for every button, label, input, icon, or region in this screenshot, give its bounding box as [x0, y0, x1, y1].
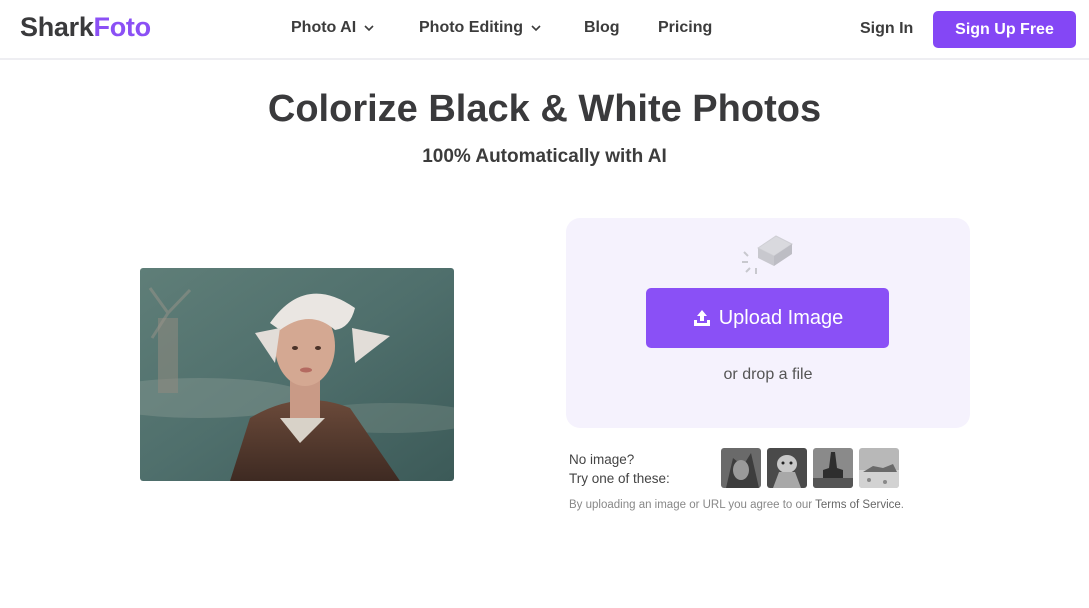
logo-text-foto: Foto: [93, 12, 152, 42]
sample-thumbnail-1[interactable]: [721, 448, 761, 488]
logo-text-shark: Shark: [20, 12, 94, 42]
sample-prompt-line1: No image?: [569, 452, 635, 467]
sign-up-button[interactable]: Sign Up Free: [933, 11, 1076, 48]
sample-thumbnail-2[interactable]: [767, 448, 807, 488]
sample-prompt: No image? Try one of these:: [569, 450, 670, 488]
example-colorized-photo: [140, 268, 454, 481]
drop-file-text: or drop a file: [723, 366, 813, 383]
terms-notice: By uploading an image or URL you agree t…: [569, 499, 904, 511]
page-subtitle: 100% Automatically with AI: [422, 146, 667, 167]
nav-blog-label: Blog: [584, 19, 620, 36]
nav-photo-ai-label: Photo AI: [291, 19, 357, 36]
nav-photo-editing[interactable]: Photo Editing: [419, 19, 541, 37]
sample-thumbnails: [721, 448, 899, 488]
terms-of-service-link[interactable]: Terms of Service: [815, 499, 901, 511]
sample-thumbnail-4[interactable]: [859, 448, 899, 488]
terms-suffix: .: [900, 499, 904, 511]
sample-prompt-line2: Try one of these:: [569, 471, 670, 486]
nav-pricing-label: Pricing: [658, 19, 713, 36]
chevron-down-icon: [364, 25, 374, 32]
upload-button-label: Upload Image: [718, 306, 844, 329]
nav-photo-ai[interactable]: Photo AI: [291, 19, 374, 37]
logo[interactable]: SharkFoto: [20, 12, 151, 43]
site-header: SharkFoto Photo AI Photo Editing Blog Pr…: [0, 0, 1089, 60]
upload-icon: [693, 310, 710, 326]
upload-image-button[interactable]: Upload Image: [646, 288, 889, 348]
sample-thumbnail-3[interactable]: [813, 448, 853, 488]
chevron-down-icon: [531, 25, 541, 32]
sign-in-link[interactable]: Sign In: [860, 20, 913, 38]
nav-photo-editing-label: Photo Editing: [419, 19, 523, 36]
terms-prefix: By uploading an image or URL you agree t…: [569, 499, 816, 511]
nav-pricing[interactable]: Pricing: [658, 19, 712, 37]
eraser-icon: [742, 235, 793, 274]
page-title: Colorize Black & White Photos: [267, 88, 822, 130]
nav-blog[interactable]: Blog: [584, 19, 620, 37]
upload-card[interactable]: Upload Image or drop a file: [566, 218, 970, 428]
